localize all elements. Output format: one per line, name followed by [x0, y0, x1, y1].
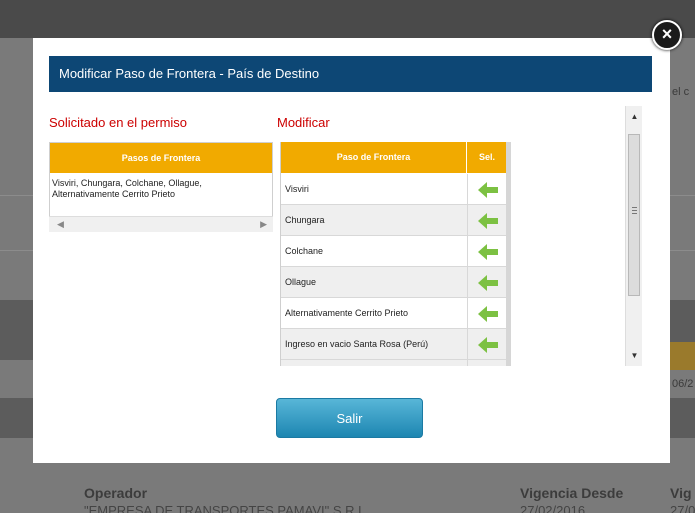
crossing-name: Visviri	[285, 184, 309, 194]
select-arrow-icon[interactable]	[478, 337, 498, 353]
modify-border-crossing-dialog: Modificar Paso de Frontera - País de Des…	[33, 38, 670, 463]
select-arrow-icon[interactable]	[478, 213, 498, 229]
exit-button[interactable]: Salir	[276, 398, 423, 438]
table-scroll-edge	[506, 142, 511, 366]
select-cell	[467, 329, 506, 360]
table-row: Ollague	[281, 267, 506, 298]
requested-crossings-value: Visviri, Chungara, Colchane, Ollague, Al…	[52, 178, 202, 199]
select-cell	[467, 205, 506, 236]
select-arrow-icon[interactable]	[478, 275, 498, 291]
close-icon[interactable]: ×	[652, 20, 682, 50]
vig-label: Vig	[670, 485, 692, 501]
background-header	[0, 0, 695, 38]
select-arrow-icon[interactable]	[478, 244, 498, 260]
background-date-fragment: 06/2	[672, 378, 694, 390]
table-row	[281, 360, 506, 366]
requested-table: Pasos de Frontera Visviri, Chungara, Col…	[49, 142, 273, 220]
table-row: Alternativamente Cerrito Prieto	[281, 298, 506, 329]
operator-label: Operador	[84, 485, 148, 501]
table-row: Chungara	[281, 205, 506, 236]
requested-table-header: Pasos de Frontera	[50, 143, 272, 173]
modify-section-title: Modificar	[277, 115, 330, 130]
table-row: Colchane	[281, 236, 506, 267]
modify-header-name: Paso de Frontera	[281, 142, 466, 173]
select-cell	[467, 267, 506, 298]
vig-value: 27/0	[670, 503, 695, 513]
crossing-name: Colchane	[285, 246, 324, 256]
modify-header-sel: Sel.	[467, 142, 506, 173]
scroll-thumb[interactable]	[628, 134, 640, 296]
background-text-fragment: el c	[672, 86, 690, 98]
select-cell	[467, 236, 506, 267]
vertical-scrollbar[interactable]: ▲ ▼	[625, 106, 642, 366]
scroll-right-icon[interactable]: ▶	[260, 219, 267, 230]
select-arrow-icon[interactable]	[478, 306, 498, 322]
horizontal-scrollbar[interactable]: ◀ ▶	[49, 216, 273, 232]
requested-section-title: Solicitado en el permiso	[49, 115, 188, 130]
crossing-name: Ingreso en vacio Santa Rosa (Perú)	[285, 339, 429, 349]
select-cell	[467, 298, 506, 329]
modify-table: Paso de Frontera Sel. Visviri Chungara Col…	[280, 142, 506, 366]
dialog-title: Modificar Paso de Frontera - País de Des…	[49, 56, 652, 92]
scroll-left-icon[interactable]: ◀	[57, 219, 64, 230]
select-cell	[467, 174, 506, 205]
grip-icon	[632, 207, 637, 214]
crossing-name: Alternativamente Cerrito Prieto	[285, 308, 409, 318]
vigencia-label: Vigencia Desde	[520, 485, 624, 501]
vigencia-value: 27/02/2016	[520, 503, 586, 513]
scroll-up-icon[interactable]: ▲	[626, 112, 643, 121]
table-row: Ingreso en vacio Santa Rosa (Perú)	[281, 329, 506, 360]
scroll-down-icon[interactable]: ▼	[626, 351, 643, 360]
table-row: Visviri	[281, 174, 506, 205]
select-arrow-icon[interactable]	[478, 182, 498, 198]
operator-value: "EMPRESA DE TRANSPORTES PAMAVI" S.R.L.	[84, 503, 369, 513]
crossing-name: Chungara	[285, 215, 325, 225]
select-cell	[467, 360, 506, 366]
crossing-name: Ollague	[285, 277, 317, 287]
